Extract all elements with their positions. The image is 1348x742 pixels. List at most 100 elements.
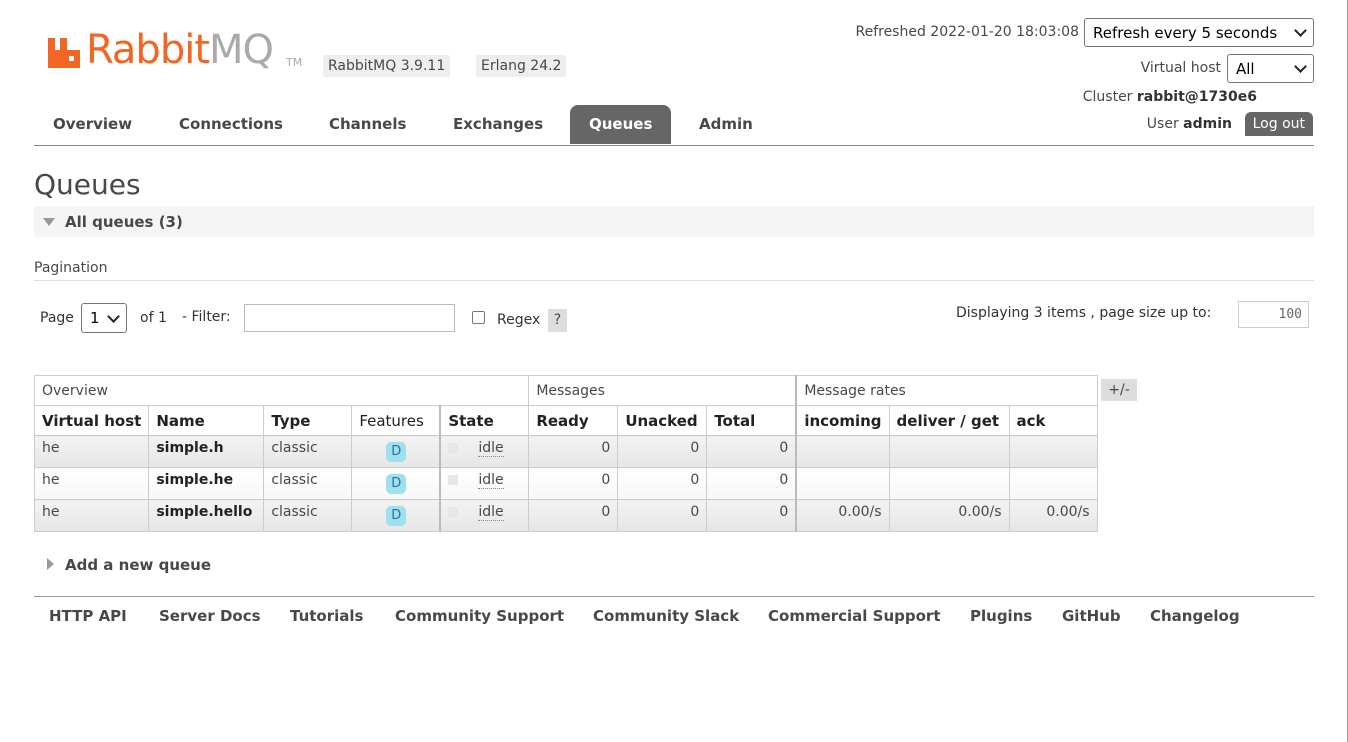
- queue-name-link[interactable]: simple.he: [148, 467, 265, 500]
- footer-link-server-docs[interactable]: Server Docs: [159, 607, 261, 625]
- tab-overview[interactable]: Overview: [34, 105, 151, 144]
- footer-link-community-slack[interactable]: Community Slack: [593, 607, 739, 625]
- cell-state: idle: [439, 467, 530, 500]
- cell-type: classic: [263, 499, 353, 532]
- refresh-interval-select[interactable]: Refresh every 5 seconds: [1084, 18, 1314, 47]
- cell-vhost: he: [33, 499, 150, 532]
- tab-exchanges[interactable]: Exchanges: [434, 105, 562, 144]
- page-size-input[interactable]: 100: [1238, 301, 1309, 328]
- col-incoming[interactable]: incoming: [795, 405, 890, 436]
- cell-total: 0: [706, 435, 797, 468]
- state-indicator-icon: [448, 507, 459, 517]
- queue-name-link[interactable]: simple.hello: [148, 499, 265, 532]
- cell-total: 0: [706, 467, 797, 500]
- queues-table: Overview Messages Message rates Virtual …: [33, 375, 1098, 532]
- col-ack[interactable]: ack: [1008, 405, 1098, 436]
- col-name[interactable]: Name: [148, 405, 265, 436]
- queue-name-link[interactable]: simple.h: [148, 435, 265, 468]
- cell-ack: [1008, 435, 1098, 468]
- state-text: idle: [478, 504, 504, 521]
- durable-badge: D: [386, 506, 407, 526]
- main-nav: Overview Connections Channels Exchanges …: [34, 105, 1314, 146]
- col-virtual-host[interactable]: Virtual host: [33, 405, 150, 436]
- cell-unacked: 0: [617, 499, 708, 532]
- table-row: he simple.hello classic D idle 0 0 0 0.0…: [33, 499, 1098, 532]
- state-text: idle: [478, 440, 504, 457]
- cell-ready: 0: [528, 467, 619, 500]
- cell-incoming: 0.00/s: [795, 499, 890, 532]
- group-message-rates: Message rates: [795, 375, 1098, 406]
- page-title: Queues: [34, 168, 141, 201]
- chevron-down-icon: [107, 309, 120, 323]
- footer-divider: [34, 596, 1314, 597]
- collapse-triangle-icon: [43, 218, 55, 226]
- footer-link-github[interactable]: GitHub: [1062, 607, 1121, 625]
- col-deliver-get[interactable]: deliver / get: [888, 405, 1010, 436]
- all-queues-section-toggle[interactable]: All queues (3): [34, 206, 1314, 237]
- col-features: Features: [351, 405, 441, 436]
- tab-queues[interactable]: Queues: [570, 105, 672, 144]
- cell-vhost: he: [33, 435, 150, 468]
- logo-trademark: TM: [286, 56, 303, 69]
- durable-badge: D: [386, 442, 407, 462]
- cell-unacked: 0: [617, 435, 708, 468]
- tab-channels[interactable]: Channels: [310, 105, 425, 144]
- page-select[interactable]: 1: [81, 303, 127, 333]
- tab-admin[interactable]: Admin: [680, 105, 772, 144]
- footer-link-community-support[interactable]: Community Support: [395, 607, 564, 625]
- cell-ack: [1008, 467, 1098, 500]
- cell-type: classic: [263, 467, 353, 500]
- cell-deliver-get: 0.00/s: [888, 499, 1010, 532]
- tab-connections[interactable]: Connections: [160, 105, 302, 144]
- cell-state: idle: [439, 499, 530, 532]
- table-row: he simple.he classic D idle 0 0 0: [33, 467, 1098, 500]
- col-total[interactable]: Total: [706, 405, 797, 436]
- virtual-host-select[interactable]: All: [1227, 54, 1314, 83]
- expand-triangle-icon[interactable]: [47, 558, 54, 570]
- col-unacked[interactable]: Unacked: [617, 405, 708, 436]
- col-state[interactable]: State: [439, 405, 530, 436]
- erlang-version-badge: Erlang 24.2: [476, 55, 567, 77]
- regex-help-button[interactable]: ?: [548, 309, 567, 332]
- footer-link-http-api[interactable]: HTTP API: [49, 607, 127, 625]
- footer-link-plugins[interactable]: Plugins: [970, 607, 1032, 625]
- cell-ready: 0: [528, 499, 619, 532]
- col-ready[interactable]: Ready: [528, 405, 619, 436]
- cluster-label: Cluster: [1082, 89, 1133, 105]
- page-count-text: of 1: [140, 310, 167, 326]
- cell-features: D: [351, 499, 441, 532]
- cell-unacked: 0: [617, 467, 708, 500]
- filter-input[interactable]: [244, 304, 455, 332]
- page-select-value: 1: [90, 309, 100, 327]
- add-queue-toggle[interactable]: Add a new queue: [65, 556, 211, 574]
- regex-checkbox[interactable]: [472, 311, 485, 324]
- cluster-info: Cluster rabbit@1730e6: [1083, 89, 1257, 105]
- logo-wordmark: RabbitMQ: [86, 27, 274, 73]
- refresh-interval-value: Refresh every 5 seconds: [1093, 23, 1278, 42]
- state-indicator-icon: [448, 475, 459, 485]
- cell-state: idle: [439, 435, 530, 468]
- virtual-host-value: All: [1236, 59, 1255, 78]
- cell-features: D: [351, 467, 441, 500]
- cell-incoming: [795, 435, 890, 468]
- footer-link-tutorials[interactable]: Tutorials: [290, 607, 363, 625]
- col-type[interactable]: Type: [263, 405, 353, 436]
- pagination-divider: [34, 280, 1314, 281]
- cell-deliver-get: [888, 435, 1010, 468]
- footer-link-commercial-support[interactable]: Commercial Support: [768, 607, 941, 625]
- virtual-host-label: Virtual host: [1140, 60, 1221, 76]
- refreshed-timestamp: Refreshed 2022-01-20 18:03:08: [855, 24, 1079, 40]
- chevron-down-icon: [1294, 60, 1307, 73]
- state-text: idle: [478, 472, 504, 489]
- cell-incoming: [795, 467, 890, 500]
- group-messages: Messages: [528, 375, 797, 406]
- column-toggle-button[interactable]: +/-: [1101, 379, 1137, 401]
- page-label: Page: [40, 310, 74, 326]
- rabbitmq-logo[interactable]: RabbitMQ TM: [48, 27, 308, 74]
- displaying-text: Displaying 3 items , page size up to:: [956, 305, 1212, 321]
- footer-link-changelog[interactable]: Changelog: [1150, 607, 1240, 625]
- durable-badge: D: [386, 474, 407, 494]
- cell-type: classic: [263, 435, 353, 468]
- table-row: he simple.h classic D idle 0 0 0: [33, 435, 1098, 468]
- cell-deliver-get: [888, 467, 1010, 500]
